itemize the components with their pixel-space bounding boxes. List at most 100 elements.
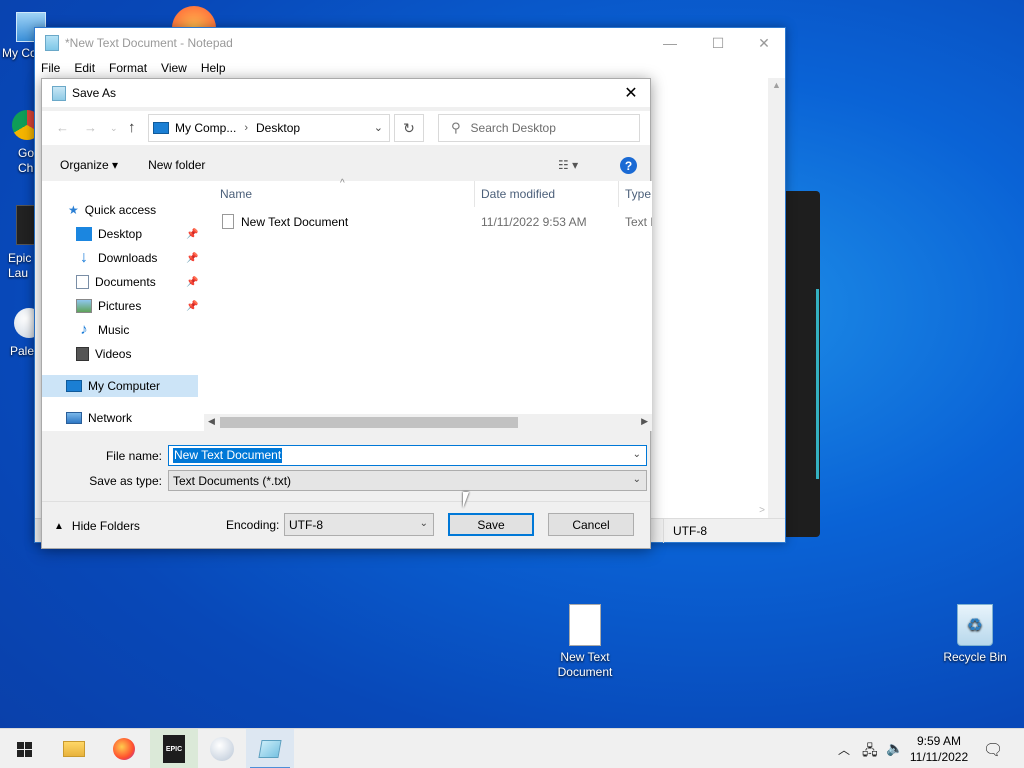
nav-network[interactable]: Network xyxy=(66,407,132,429)
pin-icon[interactable]: 📌 xyxy=(186,277,198,288)
network-status-icon[interactable]: 🖧 xyxy=(862,740,878,764)
pin-icon[interactable]: 📌 xyxy=(186,301,198,312)
navigation-pane[interactable]: ★ Quick access Desktop 📌 ↓ Downloads 📌 D… xyxy=(42,181,204,431)
new-folder-button[interactable]: New folder xyxy=(148,158,205,172)
address-dropdown-icon[interactable]: ⌄ xyxy=(374,121,383,134)
taskbar-notepad[interactable] xyxy=(246,729,294,768)
taskbar-firefox[interactable] xyxy=(100,729,148,768)
help-icon[interactable]: ? xyxy=(620,157,637,174)
maximize-button[interactable]: ☐ xyxy=(695,28,741,58)
minimize-button[interactable]: — xyxy=(647,28,693,58)
file-name-dropdown-icon[interactable]: ⌄ xyxy=(633,449,641,460)
save-button[interactable]: Save xyxy=(448,513,534,536)
notepad-vertical-scrollbar[interactable]: ▲ ▼ xyxy=(768,78,785,528)
forward-arrow-icon[interactable]: → xyxy=(84,120,97,135)
view-options-icon[interactable]: ☷ ▾ xyxy=(558,158,578,172)
status-encoding: UTF-8 xyxy=(673,524,707,538)
recent-locations-chevron-icon[interactable]: ⌄ xyxy=(110,123,118,134)
search-input[interactable]: ⚲ Search Desktop xyxy=(438,114,640,142)
column-header-date-modified[interactable]: Date modified xyxy=(481,181,555,207)
dialog-app-icon xyxy=(52,85,66,101)
nav-item-desktop[interactable]: Desktop 📌 xyxy=(76,223,198,245)
nav-label: Videos xyxy=(95,347,132,361)
desktop-icon-new-text-document[interactable]: New Text Document xyxy=(548,604,622,680)
nav-label: My Computer xyxy=(88,379,161,393)
scrollbar-thumb[interactable] xyxy=(220,417,518,428)
nav-item-pictures[interactable]: Pictures 📌 xyxy=(76,295,198,317)
scroll-up-icon[interactable]: ▲ xyxy=(772,80,781,90)
hide-folders-button[interactable]: ▲ Hide Folders xyxy=(54,519,140,533)
taskbar-clock[interactable]: 9:59 AM 11/11/2022 xyxy=(904,733,974,765)
back-arrow-icon[interactable]: ← xyxy=(56,120,69,135)
notifications-icon[interactable]: 🗨 xyxy=(983,740,1003,760)
desktop-icon-recycle-bin[interactable]: ♻ Recycle Bin xyxy=(938,604,1012,665)
encoding-select[interactable]: UTF-8 ⌄ xyxy=(284,513,434,536)
background-window[interactable] xyxy=(780,191,820,537)
download-arrow-icon: ↓ xyxy=(80,249,88,266)
scroll-right-icon[interactable]: > xyxy=(759,505,765,516)
recycle-bin-icon: ♻ xyxy=(957,604,993,646)
chevron-up-icon[interactable]: ︿ xyxy=(838,741,850,758)
nav-label: Network xyxy=(88,411,133,425)
save-as-dialog[interactable]: Save As ✕ ← → ⌄ ↑ My Comp... › Desktop ⌄… xyxy=(41,78,652,549)
address-row: ← → ⌄ ↑ My Comp... › Desktop ⌄ ↻ ⚲ Searc… xyxy=(42,111,650,145)
nav-item-downloads[interactable]: ↓ Downloads 📌 xyxy=(76,247,198,269)
nav-label: Documents xyxy=(95,275,156,289)
cancel-button[interactable]: Cancel xyxy=(548,513,634,536)
address-bar[interactable]: My Comp... › Desktop ⌄ xyxy=(148,114,390,142)
organize-button[interactable]: Organize ▾ xyxy=(60,158,118,172)
file-name-value: New Text Document xyxy=(173,448,283,463)
scroll-left-icon[interactable]: ◀ xyxy=(208,416,215,427)
save-as-type-dropdown-icon[interactable]: ⌄ xyxy=(633,474,641,485)
hide-folders-label: Hide Folders xyxy=(71,519,140,533)
volume-icon[interactable]: 🔈 xyxy=(886,740,903,757)
dialog-title-bar[interactable]: Save As xyxy=(42,79,650,107)
breadcrumb-chevron-icon[interactable]: › xyxy=(244,122,248,134)
nav-my-computer[interactable]: My Computer xyxy=(66,375,160,397)
pin-icon[interactable]: 📌 xyxy=(186,253,198,264)
computer-icon xyxy=(66,380,82,392)
nav-label: Pictures xyxy=(98,299,142,313)
star-icon: ★ xyxy=(68,203,79,217)
nav-item-music[interactable]: ♪ Music xyxy=(76,319,129,341)
nav-quick-access[interactable]: ★ Quick access xyxy=(68,199,156,221)
encoding-dropdown-icon[interactable]: ⌄ xyxy=(420,518,428,529)
nav-item-documents[interactable]: Documents 📌 xyxy=(76,271,198,293)
column-header-type[interactable]: Type xyxy=(625,181,651,207)
documents-icon xyxy=(76,275,89,289)
up-arrow-icon[interactable]: ↑ xyxy=(128,119,136,136)
breadcrumb-root[interactable]: My Comp... xyxy=(175,121,236,135)
scroll-right-icon[interactable]: ▶ xyxy=(641,416,648,427)
firefox-desktop-icon[interactable] xyxy=(172,6,216,28)
pin-icon[interactable]: 📌 xyxy=(186,229,198,240)
notepad-icon xyxy=(45,35,59,51)
desktop-icon-label: New Text Document xyxy=(557,650,613,679)
refresh-icon: ↻ xyxy=(403,119,415,136)
column-divider[interactable] xyxy=(474,181,475,207)
epic-games-icon: EPIC xyxy=(163,735,185,763)
nav-item-videos[interactable]: Videos xyxy=(76,343,131,365)
column-header-name[interactable]: Name xyxy=(220,181,252,207)
breadcrumb-folder[interactable]: Desktop xyxy=(256,121,300,135)
menu-file[interactable]: File xyxy=(41,61,60,75)
menu-help[interactable]: Help xyxy=(201,61,226,75)
taskbar-epic-games[interactable]: EPIC xyxy=(150,729,198,768)
file-list-horizontal-scrollbar[interactable]: ◀ ▶ xyxy=(204,414,652,431)
menu-edit[interactable]: Edit xyxy=(74,61,95,75)
file-name: New Text Document xyxy=(241,215,349,229)
dialog-close-icon[interactable]: ✕ xyxy=(616,81,646,105)
window-accent xyxy=(816,289,819,479)
taskbar-pale-moon[interactable] xyxy=(198,729,246,768)
menu-view[interactable]: View xyxy=(161,61,187,75)
close-button[interactable]: ✕ xyxy=(741,28,787,58)
save-as-type-select[interactable]: Text Documents (*.txt) ⌄ xyxy=(168,470,647,491)
start-button[interactable] xyxy=(0,729,48,768)
file-name-input[interactable]: New Text Document ⌄ xyxy=(168,445,647,466)
file-list-pane[interactable]: ^ Name Date modified Type New Text Docum… xyxy=(204,178,652,431)
menu-format[interactable]: Format xyxy=(109,61,147,75)
column-divider[interactable] xyxy=(618,181,619,207)
file-row[interactable]: New Text Document 11/11/2022 9:53 AM Tex… xyxy=(204,211,652,233)
taskbar-file-explorer[interactable] xyxy=(50,729,98,768)
file-name-label: File name: xyxy=(105,449,162,463)
refresh-button[interactable]: ↻ xyxy=(394,114,424,142)
